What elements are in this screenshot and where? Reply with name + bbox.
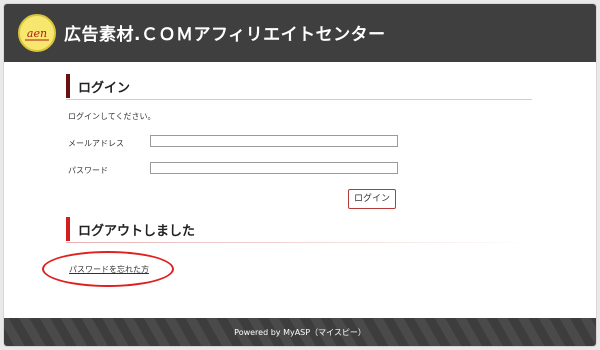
login-heading-title: ログイン — [78, 81, 131, 96]
heading-accent-bar — [66, 217, 70, 241]
heading-divider — [66, 99, 532, 100]
login-heading: ログイン — [66, 74, 532, 100]
page-frame: aen 広告素材.ＣＯＭアフィリエイトセンター ログイン ログインしてください。… — [4, 4, 596, 346]
login-instruction: ログインしてください。 — [68, 112, 156, 121]
logout-heading: ログアウトしました — [66, 217, 532, 243]
login-button[interactable]: ログイン — [348, 189, 396, 209]
footer: Powered by MyASP（マイスピー） — [4, 318, 596, 346]
email-label: メールアドレス — [68, 139, 124, 148]
aen-logo-icon: aen — [18, 14, 56, 52]
email-field[interactable] — [150, 135, 398, 147]
heading-divider — [66, 242, 532, 243]
footer-text: Powered by MyASP（マイスピー） — [234, 328, 366, 337]
header: aen 広告素材.ＣＯＭアフィリエイトセンター — [4, 4, 596, 62]
site-title: 広告素材.ＣＯＭアフィリエイトセンター — [64, 25, 386, 45]
password-label: パスワード — [68, 166, 108, 175]
password-field[interactable] — [150, 162, 398, 174]
svg-text:aen: aen — [27, 27, 47, 40]
heading-accent-bar — [66, 74, 70, 98]
annotation-circle — [42, 251, 174, 287]
logout-heading-title: ログアウトしました — [78, 224, 196, 239]
